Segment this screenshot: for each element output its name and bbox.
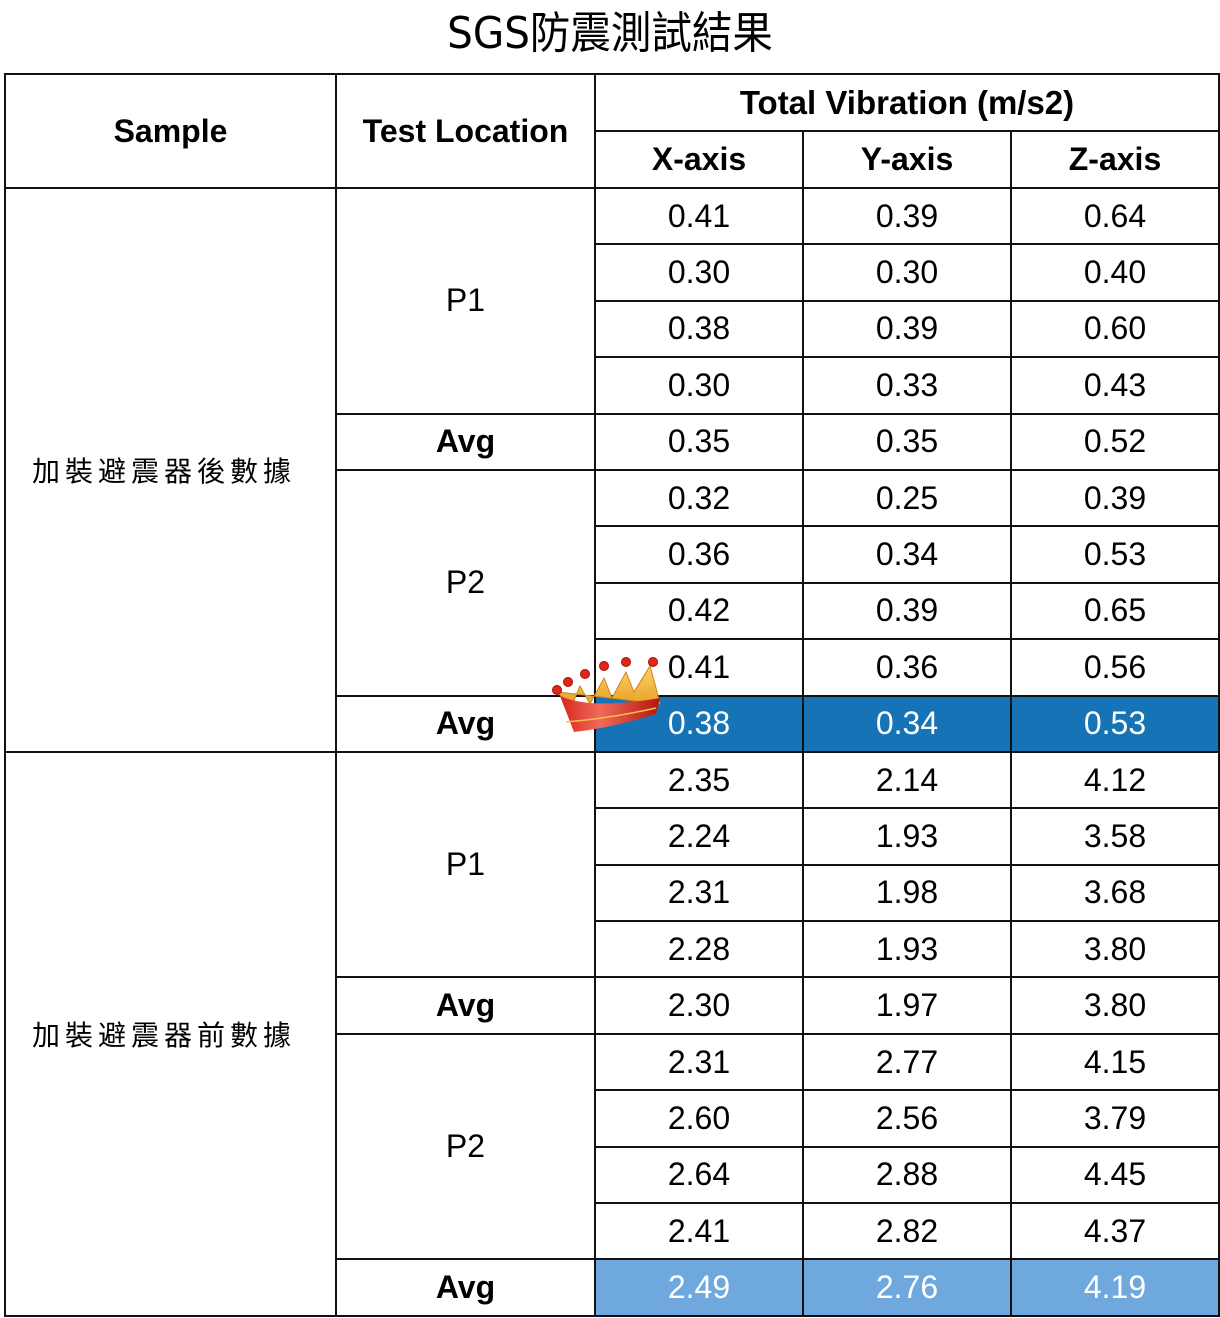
z-axis-value: 4.15 <box>1010 1032 1220 1092</box>
x-axis-value: 0.38 <box>594 299 804 359</box>
header-x-axis: X-axis <box>594 130 804 189</box>
average-label: Avg <box>335 694 596 753</box>
x-axis-average: 0.38 <box>594 694 804 753</box>
x-axis-value: 0.41 <box>594 638 804 697</box>
x-axis-value: 0.42 <box>594 581 804 641</box>
x-axis-value: 0.30 <box>594 356 804 415</box>
y-axis-average: 0.34 <box>802 694 1012 753</box>
z-axis-value: 0.65 <box>1010 581 1220 641</box>
x-axis-value: 2.24 <box>594 807 804 866</box>
test-location-label: P2 <box>335 1032 596 1261</box>
z-axis-average: 3.80 <box>1010 976 1220 1035</box>
test-location-label: P1 <box>335 750 596 979</box>
y-axis-value: 0.34 <box>802 525 1012 584</box>
y-axis-average: 2.76 <box>802 1258 1012 1317</box>
z-axis-value: 0.64 <box>1010 186 1220 246</box>
x-axis-value: 2.60 <box>594 1089 804 1148</box>
z-axis-value: 0.53 <box>1010 525 1220 584</box>
y-axis-average: 1.97 <box>802 976 1012 1035</box>
page-title: SGS防震測試結果 <box>447 8 773 59</box>
x-axis-value: 0.36 <box>594 525 804 584</box>
average-label: Avg <box>335 1258 596 1317</box>
header-z-axis: Z-axis <box>1010 130 1220 189</box>
sample-label: 加裝避震器前數據 <box>4 750 337 1317</box>
y-axis-value: 1.93 <box>802 920 1012 979</box>
x-axis-value: 2.31 <box>594 1032 804 1092</box>
test-location-label: P1 <box>335 187 596 415</box>
x-axis-value: 2.41 <box>594 1202 804 1261</box>
y-axis-value: 0.36 <box>802 638 1012 697</box>
y-axis-average: 0.35 <box>802 412 1012 471</box>
y-axis-value: 0.33 <box>802 356 1012 415</box>
vibration-results-table: Sample Test Location Total Vibration (m/… <box>4 73 1220 1317</box>
x-axis-average: 2.49 <box>594 1258 804 1317</box>
x-axis-value: 2.31 <box>594 863 804 923</box>
table-row: 加裝避震器後數據 P1 0.41 0.39 0.64 <box>4 186 1220 753</box>
x-axis-value: 2.35 <box>594 750 804 810</box>
z-axis-value: 4.37 <box>1010 1202 1220 1261</box>
y-axis-value: 2.56 <box>802 1089 1012 1148</box>
header-total-vibration: Total Vibration (m/s2) <box>594 73 1220 132</box>
z-axis-value: 3.79 <box>1010 1089 1220 1148</box>
z-axis-average: 4.19 <box>1010 1258 1220 1317</box>
z-axis-value: 0.40 <box>1010 243 1220 302</box>
z-axis-average: 0.53 <box>1010 694 1220 753</box>
y-axis-value: 1.98 <box>802 863 1012 923</box>
y-axis-value: 0.39 <box>802 299 1012 359</box>
z-axis-value: 0.60 <box>1010 299 1220 359</box>
y-axis-value: 0.39 <box>802 581 1012 641</box>
table-row: 加裝避震器前數據 P1 2.35 2.14 4.12 <box>4 750 1220 1317</box>
y-axis-value: 0.39 <box>802 186 1012 246</box>
x-axis-value: 2.64 <box>594 1145 804 1205</box>
x-axis-value: 0.32 <box>594 468 804 528</box>
z-axis-value: 3.58 <box>1010 807 1220 866</box>
z-axis-value: 0.39 <box>1010 468 1220 528</box>
average-label: Avg <box>335 412 596 471</box>
x-axis-average: 0.35 <box>594 412 804 471</box>
x-axis-value: 0.30 <box>594 243 804 302</box>
y-axis-value: 2.88 <box>802 1145 1012 1205</box>
y-axis-value: 2.77 <box>802 1032 1012 1092</box>
z-axis-value: 4.12 <box>1010 750 1220 810</box>
y-axis-value: 0.25 <box>802 468 1012 528</box>
y-axis-value: 0.30 <box>802 243 1012 302</box>
z-axis-value: 3.68 <box>1010 863 1220 923</box>
x-axis-value: 0.41 <box>594 186 804 246</box>
z-axis-average: 0.52 <box>1010 412 1220 471</box>
z-axis-value: 0.43 <box>1010 356 1220 415</box>
z-axis-value: 4.45 <box>1010 1145 1220 1205</box>
average-label: Avg <box>335 976 596 1035</box>
test-location-label: P2 <box>335 468 596 697</box>
z-axis-value: 3.80 <box>1010 920 1220 979</box>
header-test-location: Test Location <box>335 73 596 189</box>
y-axis-value: 2.82 <box>802 1202 1012 1261</box>
header-sample: Sample <box>4 73 337 189</box>
header-y-axis: Y-axis <box>802 130 1012 189</box>
y-axis-value: 2.14 <box>802 750 1012 810</box>
x-axis-average: 2.30 <box>594 976 804 1035</box>
x-axis-value: 2.28 <box>594 920 804 979</box>
z-axis-value: 0.56 <box>1010 638 1220 697</box>
y-axis-value: 1.93 <box>802 807 1012 866</box>
sample-label: 加裝避震器後數據 <box>4 187 337 753</box>
